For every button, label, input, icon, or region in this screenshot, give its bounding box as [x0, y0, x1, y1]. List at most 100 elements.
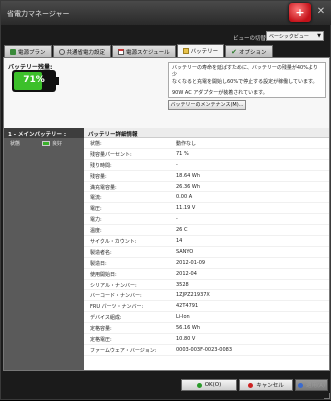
- table-row: ファームウェア・バージョン: 0003-003F-0023-0083: [84, 345, 329, 356]
- detail-key: シリアル・ナンバー:: [90, 282, 137, 289]
- tab-label: 電源プラン: [18, 49, 46, 56]
- tab-label: オプション: [239, 49, 267, 56]
- resize-grip[interactable]: [324, 393, 330, 399]
- detail-value: 2012-01-09: [176, 259, 206, 266]
- ok-label: OK(O): [204, 382, 222, 388]
- detail-key: 温度:: [90, 228, 102, 235]
- battery-icon: [42, 141, 50, 146]
- tab-options[interactable]: ✔ オプション: [225, 45, 273, 57]
- battery-maintenance-button[interactable]: バッテリーのメンテナンス(M)...: [168, 100, 246, 110]
- table-row: FRU パーツ・ナンバー: 42T4791: [84, 301, 329, 313]
- battery-info-box: バッテリーの寿命を延ばすために、バッテリーの残量が40%より少 なくなると充電を…: [168, 62, 326, 98]
- detail-key: 状態:: [90, 141, 102, 147]
- calendar-icon: [118, 48, 125, 55]
- battery-status-row: 状態 良好: [4, 138, 84, 148]
- table-row: 残容量パーセント: 71 %: [84, 149, 329, 160]
- table-row: 状態: 動作なし: [84, 138, 329, 149]
- table-row: バーコード・ナンバー: 1ZJPZ21937X: [84, 290, 329, 302]
- table-row: 定格容量: 56.16 Wh: [84, 323, 329, 335]
- detail-value: 11.19 V: [176, 205, 196, 212]
- battery-percent: 71%: [23, 75, 45, 85]
- tab-label: 共通省電力設定: [66, 49, 106, 56]
- tab-label: バッテリー: [190, 49, 219, 55]
- detail-value: 26.36 Wh: [176, 183, 201, 190]
- info-line-1: バッテリーの寿命を延ばすために、バッテリーの残量が40%より少: [172, 65, 318, 78]
- tab-common-settings[interactable]: 共通省電力設定: [52, 45, 112, 57]
- detail-key: 残り時間:: [90, 162, 112, 169]
- table-row: 電流: 0.00 A: [84, 192, 329, 204]
- detail-value: 動作なし: [176, 141, 197, 147]
- detail-key: デバイス組成:: [90, 315, 122, 322]
- view-switch-select[interactable]: ベーシックビュー ▼: [266, 31, 324, 41]
- detail-value: SANYO: [176, 248, 194, 255]
- plug-icon: [10, 48, 16, 55]
- detail-value: 18.64 Wh: [176, 172, 201, 179]
- tab-bar: 電源プラン 共通省電力設定 電源スケジュール バッテリー ✔ オプション: [4, 44, 274, 57]
- table-row: 残容量: 18.64 Wh: [84, 171, 329, 182]
- table-row: 使用開始日: 2012-04: [84, 269, 329, 280]
- detail-key: 電力:: [90, 217, 102, 224]
- table-row: 定格電圧: 10.80 V: [84, 334, 329, 345]
- app-logo-icon: +: [289, 3, 311, 22]
- details-table: 状態: 動作なし残容量パーセント: 71 % 残り時間: - 残容量: 18.64 Wh 満充…: [84, 138, 329, 356]
- detail-key: 電圧:: [90, 206, 102, 213]
- title-bar: 省電力マネージャー + ✕: [1, 1, 331, 25]
- gear-icon: [58, 48, 65, 55]
- detail-value: 0.00 A: [176, 194, 193, 201]
- table-row: 電圧: 11.19 V: [84, 203, 329, 215]
- detail-value: Li-Ion: [176, 314, 190, 321]
- detail-key: 定格容量:: [90, 326, 112, 333]
- table-row: 製造日: 2012-01-09: [84, 258, 329, 269]
- tab-power-schedule[interactable]: 電源スケジュール: [112, 45, 176, 57]
- status-badge: 良好: [42, 140, 62, 147]
- battery-list-sidebar: 1 - メインバッテリー : 状態 良好: [4, 128, 84, 370]
- table-row: シリアル・ナンバー: 3528: [84, 280, 329, 291]
- detail-value: 42T4791: [176, 303, 199, 310]
- cancel-icon: [248, 382, 254, 388]
- table-row: 温度: 26 C: [84, 225, 329, 237]
- detail-value: 2012-04: [176, 270, 197, 277]
- detail-value: -: [176, 216, 178, 223]
- view-switch-row: ビューの切替: ベーシックビュー ▼: [1, 29, 331, 43]
- table-row: 満充電容量: 26.36 Wh: [84, 182, 329, 193]
- detail-value: 71 %: [176, 150, 189, 157]
- info-line-3: 90W AC アダプターが装着されています。: [172, 90, 268, 96]
- detail-value: 10.80 V: [176, 336, 196, 343]
- apply-button[interactable]: 適用(A): [295, 379, 328, 391]
- detail-key: 残容量パーセント:: [90, 151, 132, 158]
- folder-icon: [182, 48, 189, 54]
- cancel-button[interactable]: キャンセル: [239, 379, 293, 391]
- table-row: 製造者名: SANYO: [84, 247, 329, 258]
- ok-icon: [196, 382, 202, 388]
- info-line-2: なくなると充電を開始し60%で停止する設定が稼働しています。: [172, 79, 318, 85]
- app-window: 省電力マネージャー + ✕ ビューの切替: ベーシックビュー ▼ 電源プラン 共…: [0, 0, 331, 400]
- close-icon[interactable]: ✕: [315, 6, 327, 18]
- detail-value: 3528: [176, 281, 189, 288]
- detail-value: 0003-003F-0023-0083: [176, 346, 233, 353]
- check-icon: ✔: [231, 47, 238, 56]
- cancel-label: キャンセル: [256, 383, 284, 389]
- detail-key: 残容量:: [90, 173, 107, 180]
- detail-key: 電流:: [90, 195, 102, 202]
- ok-button[interactable]: OK(O): [181, 379, 237, 391]
- apply-label: 適用(A): [305, 383, 326, 389]
- detail-key: バーコード・ナンバー:: [90, 293, 142, 300]
- table-row: サイクル・カウント: 14: [84, 236, 329, 247]
- tab-battery[interactable]: バッテリー: [176, 44, 225, 57]
- detail-key: FRU パーツ・ナンバー:: [90, 304, 144, 311]
- detail-key: 使用開始日:: [90, 271, 117, 278]
- view-switch-label: ビューの切替:: [233, 36, 268, 42]
- detail-key: 満充電容量:: [90, 184, 117, 191]
- detail-key: サイクル・カウント:: [90, 239, 137, 246]
- window-title: 省電力マネージャー: [7, 10, 70, 18]
- chevron-down-icon: ▼: [317, 33, 321, 39]
- detail-key: ファームウェア・バージョン:: [90, 347, 157, 354]
- battery-summary: バッテリー残量: 71% バッテリーの寿命を延ばすために、バッテリーの残量が40…: [4, 58, 329, 128]
- detail-value: 1ZJPZ21937X: [176, 292, 210, 299]
- main-battery-heading[interactable]: 1 - メインバッテリー :: [4, 128, 84, 138]
- tab-power-plan[interactable]: 電源プラン: [4, 45, 52, 57]
- table-row: 電力: -: [84, 214, 329, 226]
- tab-label: 電源スケジュール: [126, 49, 170, 56]
- detail-value: 14: [176, 238, 183, 245]
- detail-key: 定格電圧:: [90, 337, 112, 344]
